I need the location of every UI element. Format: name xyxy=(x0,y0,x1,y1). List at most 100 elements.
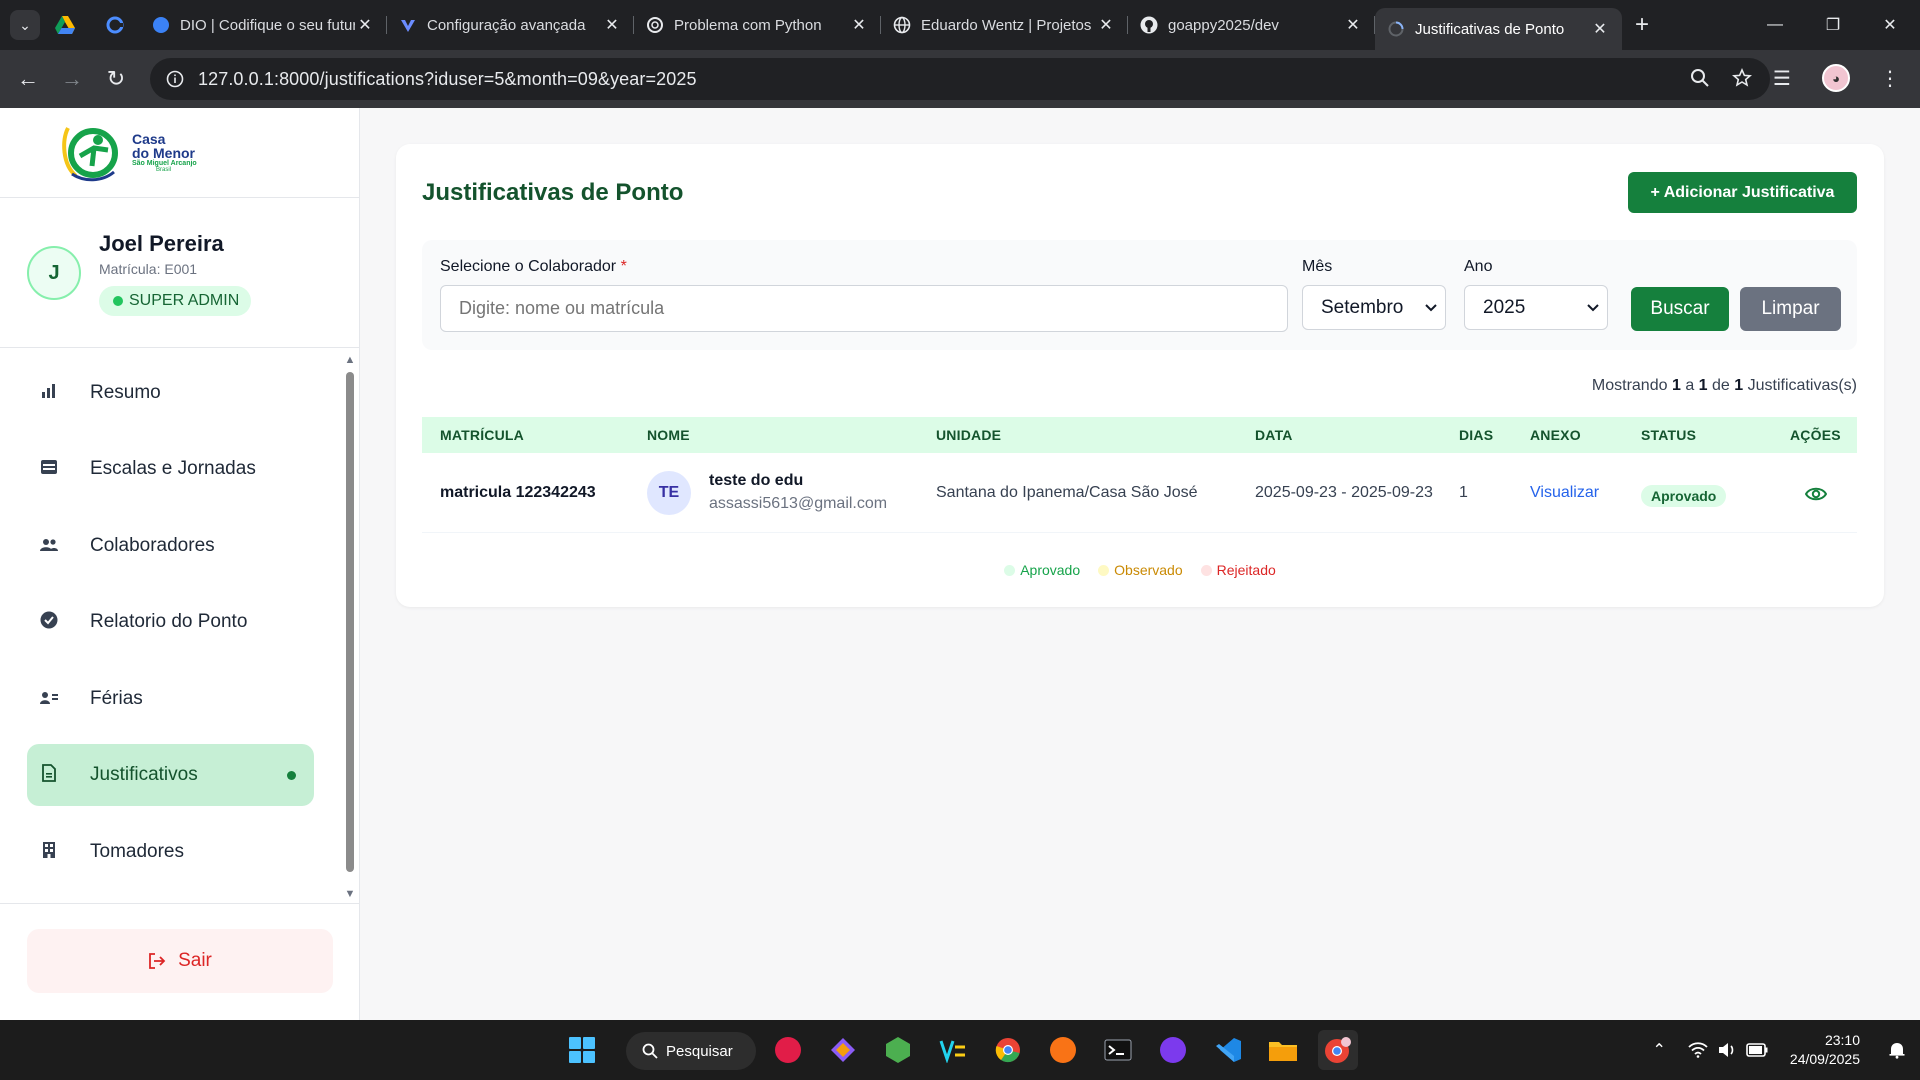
collaborator-search-input[interactable] xyxy=(440,285,1288,332)
restore-icon[interactable]: ❐ xyxy=(1803,0,1863,50)
bookmark-star-icon[interactable] xyxy=(1732,68,1752,88)
tab-dio[interactable]: DIO | Codifique o seu futuro ✕ xyxy=(140,0,387,50)
search-icon xyxy=(642,1043,658,1059)
pinned-tab-2[interactable] xyxy=(90,0,140,50)
close-icon[interactable]: ✕ xyxy=(355,15,375,35)
taskbar-app-node[interactable] xyxy=(878,1030,918,1070)
taskbar-app-vs[interactable] xyxy=(933,1030,973,1070)
column-header-nome[interactable]: NOME xyxy=(647,427,690,443)
media-control-icon[interactable]: ☰ xyxy=(1762,58,1802,98)
showing-total: 1 xyxy=(1734,377,1744,394)
taskbar-clock[interactable]: 23:10 24/09/2025 xyxy=(1790,1031,1860,1069)
sidebar-item-label: Escalas e Jornadas xyxy=(90,458,256,479)
close-icon[interactable]: ✕ xyxy=(1096,15,1116,35)
taskbar-search[interactable]: Pesquisar xyxy=(626,1032,756,1070)
zoom-icon[interactable] xyxy=(1690,68,1710,88)
column-header-unidade[interactable]: UNIDADE xyxy=(936,427,1001,443)
taskbar-app-explorer[interactable] xyxy=(1263,1030,1303,1070)
close-window-icon[interactable]: ✕ xyxy=(1860,0,1920,50)
sidebar-item-relatorio[interactable]: Relatorio do Ponto xyxy=(27,591,314,653)
column-header-status[interactable]: STATUS xyxy=(1641,427,1696,443)
sidebar-item-resumo[interactable]: Resumo xyxy=(27,362,314,424)
column-header-dias[interactable]: DIAS xyxy=(1459,427,1493,443)
scroll-down-arrow-icon[interactable]: ▼ xyxy=(343,888,357,900)
taskbar-app-media[interactable] xyxy=(768,1030,808,1070)
reload-icon[interactable]: ↻ xyxy=(94,57,138,101)
menu-kebab-icon[interactable]: ⋮ xyxy=(1870,58,1910,98)
role-badge: SUPER ADMIN xyxy=(99,286,252,316)
taskbar-app-vscode[interactable] xyxy=(1208,1030,1248,1070)
logout-button[interactable]: Sair xyxy=(27,929,333,993)
collaborator-label: Selecione o Colaborador * xyxy=(440,258,627,276)
start-button[interactable] xyxy=(562,1030,602,1070)
active-indicator xyxy=(287,770,296,780)
status-badge: Aprovado xyxy=(1641,485,1727,507)
sidebar-item-justificativos[interactable]: Justificativos xyxy=(27,744,314,806)
url-text[interactable]: 127.0.0.1:8000/justifications?iduser=5&m… xyxy=(198,69,697,90)
sidebar-item-tomadores[interactable]: Tomadores xyxy=(27,821,314,883)
sidebar-item-escalas[interactable]: Escalas e Jornadas xyxy=(27,438,314,500)
logo-line-4: Brasil xyxy=(156,167,172,173)
year-select[interactable]: 2025 xyxy=(1464,285,1608,330)
new-tab-button[interactable]: + xyxy=(1622,11,1662,39)
add-justification-button[interactable]: + Adicionar Justificativa xyxy=(1628,172,1857,213)
legend-label: Aprovado xyxy=(1020,562,1081,578)
column-header-acoes[interactable]: AÇÕES xyxy=(1790,427,1841,443)
legend-item-rejeitado: Rejeitado xyxy=(1200,562,1276,578)
clear-button[interactable]: Limpar xyxy=(1740,287,1841,331)
tab-title: Justificativas de Ponto xyxy=(1415,20,1565,38)
site-info-icon[interactable] xyxy=(166,70,184,88)
tab-search-dropdown[interactable]: ⌄ xyxy=(10,10,40,40)
column-header-matricula[interactable]: MATRÍCULA xyxy=(440,427,524,443)
close-icon[interactable]: ✕ xyxy=(602,15,622,35)
pinned-tab-drive[interactable] xyxy=(40,0,90,50)
tab-justificativas[interactable]: Justificativas de Ponto ✕ xyxy=(1375,8,1622,50)
year-label: Ano xyxy=(1464,258,1493,275)
tab-config[interactable]: Configuração avançada ✕ xyxy=(387,0,634,50)
close-icon[interactable]: ✕ xyxy=(1343,15,1363,35)
taskbar-app-github[interactable] xyxy=(1153,1030,1193,1070)
sidebar-item-colaboradores[interactable]: Colaboradores xyxy=(27,515,314,577)
taskbar-app-chrome-active[interactable] xyxy=(1318,1030,1358,1070)
showing-of: de xyxy=(1712,377,1730,394)
logo[interactable]: Casa do Menor São Miguel Arcanjo Brasil xyxy=(0,108,359,198)
battery-icon[interactable] xyxy=(1746,1043,1768,1057)
sidebar-item-ferias[interactable]: Férias xyxy=(27,668,314,730)
forward-icon[interactable]: → xyxy=(50,57,94,101)
taskbar-app-postman[interactable] xyxy=(1043,1030,1083,1070)
column-header-data[interactable]: DATA xyxy=(1255,427,1293,443)
sidebar-scrollbar-thumb[interactable] xyxy=(346,372,354,872)
view-attachment-link[interactable]: Visualizar xyxy=(1530,484,1599,502)
sidebar-item-label: Relatorio do Ponto xyxy=(90,611,248,632)
month-select[interactable]: Setembro xyxy=(1302,285,1446,330)
profile-avatar[interactable]: ◕ xyxy=(1816,58,1856,98)
filter-panel: Selecione o Colaborador * Mês Setembro A… xyxy=(422,240,1857,350)
tab-python[interactable]: Problema com Python ✕ xyxy=(634,0,881,50)
search-button[interactable]: Buscar xyxy=(1631,287,1729,331)
chevron-up-icon[interactable]: ⌃ xyxy=(1653,1040,1666,1060)
browser-toolbar: ← → ↻ 127.0.0.1:8000/justifications?idus… xyxy=(0,50,1920,108)
wifi-icon[interactable] xyxy=(1688,1042,1708,1058)
legend-dot-icon xyxy=(1200,564,1212,576)
view-eye-icon[interactable] xyxy=(1805,483,1827,505)
volume-icon[interactable] xyxy=(1718,1042,1736,1058)
system-tray: ⌃ 23:10 24/09/2025 xyxy=(1653,1020,1920,1080)
column-header-anexo[interactable]: ANEXO xyxy=(1530,427,1581,443)
tab-title: goappy2025/dev xyxy=(1168,16,1279,34)
taskbar-app-terminal[interactable] xyxy=(1098,1030,1138,1070)
scroll-up-arrow-icon[interactable]: ▲ xyxy=(343,354,357,366)
close-icon[interactable]: ✕ xyxy=(849,15,869,35)
taskbar-app-chrome[interactable] xyxy=(988,1030,1028,1070)
taskbar-app-git[interactable] xyxy=(823,1030,863,1070)
tab-github[interactable]: goappy2025/dev ✕ xyxy=(1128,0,1375,50)
bar-chart-icon xyxy=(29,383,69,404)
close-icon[interactable]: ✕ xyxy=(1590,19,1610,39)
table-row[interactable]: matricula 122342243 TE teste do edu assa… xyxy=(422,453,1857,533)
tab-eduardo[interactable]: Eduardo Wentz | Projetos ✕ xyxy=(881,0,1128,50)
logout-area: Sair xyxy=(0,903,360,1020)
notification-bell-icon[interactable] xyxy=(1888,1041,1906,1059)
address-bar[interactable]: 127.0.0.1:8000/justifications?iduser=5&m… xyxy=(150,58,1770,100)
minimize-icon[interactable]: — xyxy=(1745,0,1805,50)
github-desktop-icon xyxy=(1160,1037,1186,1063)
back-icon[interactable]: ← xyxy=(6,57,50,101)
